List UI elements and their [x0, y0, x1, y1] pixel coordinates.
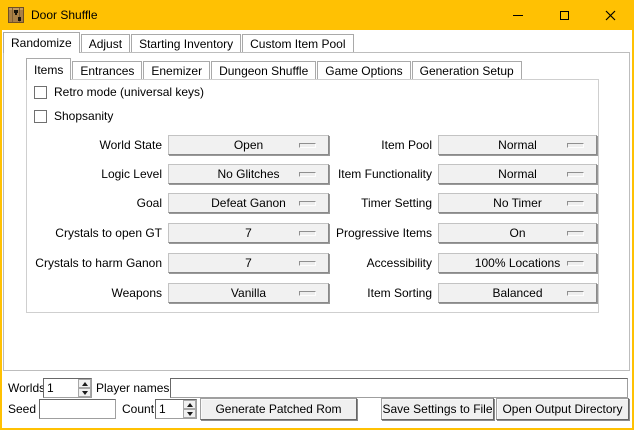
outer-tab-bar: Randomize Adjust Starting Inventory Cust… [3, 32, 355, 53]
tab-adjust[interactable]: Adjust [81, 34, 130, 52]
item-pool-dropdown[interactable]: Normal [438, 135, 597, 155]
world-state-label: World State [27, 135, 162, 155]
count-spinner[interactable]: 1 [155, 399, 197, 419]
titlebar[interactable]: Door Shuffle [0, 0, 634, 30]
items-panel: Retro mode (universal keys) Shopsanity W… [26, 79, 599, 313]
retro-mode-row: Retro mode (universal keys) [34, 84, 204, 100]
dropdown-indicator-icon [567, 201, 584, 206]
tab-enemizer[interactable]: Enemizer [143, 61, 210, 79]
generate-patched-rom-button[interactable]: Generate Patched Rom [200, 398, 357, 420]
option-row: Crystals to harm Ganon 7 Accessibility 1… [27, 253, 598, 275]
save-settings-button[interactable]: Save Settings to File [381, 398, 494, 420]
count-label: Count [122, 399, 154, 419]
retro-mode-checkbox[interactable] [34, 86, 47, 99]
window-body: Randomize Adjust Starting Inventory Cust… [2, 30, 632, 428]
tab-items[interactable]: Items [26, 58, 71, 80]
tab-starting-inventory[interactable]: Starting Inventory [131, 34, 241, 52]
option-row: Logic Level No Glitches Item Functionali… [27, 164, 598, 186]
close-button[interactable] [587, 0, 633, 30]
shopsanity-label: Shopsanity [54, 109, 113, 123]
shopsanity-checkbox[interactable] [34, 110, 47, 123]
item-functionality-label: Item Functionality [282, 164, 432, 184]
inner-tab-bar: Items Entrances Enemizer Dungeon Shuffle… [26, 58, 523, 80]
option-row: Goal Defeat Ganon Timer Setting No Timer [27, 193, 598, 215]
tab-game-options[interactable]: Game Options [317, 61, 410, 79]
tab-custom-item-pool[interactable]: Custom Item Pool [242, 34, 353, 52]
tab-dungeon-shuffle[interactable]: Dungeon Shuffle [211, 61, 316, 79]
tab-entrances[interactable]: Entrances [72, 61, 142, 79]
randomize-panel: Items Entrances Enemizer Dungeon Shuffle… [3, 52, 630, 371]
dropdown-indicator-icon [567, 143, 584, 148]
seed-input[interactable] [39, 399, 116, 419]
crystals-ganon-label: Crystals to harm Ganon [27, 253, 162, 273]
shopsanity-row: Shopsanity [34, 108, 113, 124]
retro-mode-label: Retro mode (universal keys) [54, 85, 204, 99]
item-sorting-label: Item Sorting [282, 283, 432, 303]
worlds-spinner[interactable]: 1 [43, 378, 92, 398]
accessibility-label: Accessibility [282, 253, 432, 273]
crystals-gt-label: Crystals to open GT [27, 223, 162, 243]
door-shuffle-window: Door Shuffle Randomize Adjust Starting I… [0, 0, 634, 430]
item-pool-label: Item Pool [282, 135, 432, 155]
progressive-items-dropdown[interactable]: On [438, 223, 597, 243]
worlds-label: Worlds [8, 378, 45, 398]
door-icon [8, 7, 24, 23]
minimize-button[interactable] [495, 0, 541, 30]
window-title: Door Shuffle [31, 0, 98, 30]
window-controls [495, 0, 633, 30]
open-output-directory-button[interactable]: Open Output Directory [496, 398, 629, 420]
player-names-label: Player names [96, 378, 169, 398]
logic-level-label: Logic Level [27, 164, 162, 184]
player-names-input[interactable] [170, 378, 628, 398]
item-sorting-dropdown[interactable]: Balanced [438, 283, 597, 303]
item-functionality-dropdown[interactable]: Normal [438, 164, 597, 184]
minimize-icon [513, 15, 523, 16]
goal-label: Goal [27, 193, 162, 213]
progressive-items-label: Progressive Items [282, 223, 432, 243]
accessibility-dropdown[interactable]: 100% Locations [438, 253, 597, 273]
worlds-spin-down-icon[interactable] [78, 388, 91, 397]
option-row: World State Open Item Pool Normal [27, 135, 598, 157]
timer-setting-label: Timer Setting [282, 193, 432, 213]
dropdown-indicator-icon [567, 172, 584, 177]
maximize-button[interactable] [541, 0, 587, 30]
count-spin-down-icon[interactable] [183, 409, 196, 418]
tab-randomize[interactable]: Randomize [3, 32, 80, 53]
dropdown-indicator-icon [567, 261, 584, 266]
option-row: Weapons Vanilla Item Sorting Balanced [27, 283, 598, 305]
worlds-spin-up-icon[interactable] [78, 379, 91, 388]
tab-generation-setup[interactable]: Generation Setup [412, 61, 522, 79]
timer-setting-dropdown[interactable]: No Timer [438, 193, 597, 213]
close-icon [605, 10, 616, 21]
option-row: Crystals to open GT 7 Progressive Items … [27, 223, 598, 245]
dropdown-indicator-icon [567, 291, 584, 296]
weapons-label: Weapons [27, 283, 162, 303]
dropdown-indicator-icon [567, 231, 584, 236]
count-spin-up-icon[interactable] [183, 400, 196, 409]
maximize-icon [560, 11, 569, 20]
